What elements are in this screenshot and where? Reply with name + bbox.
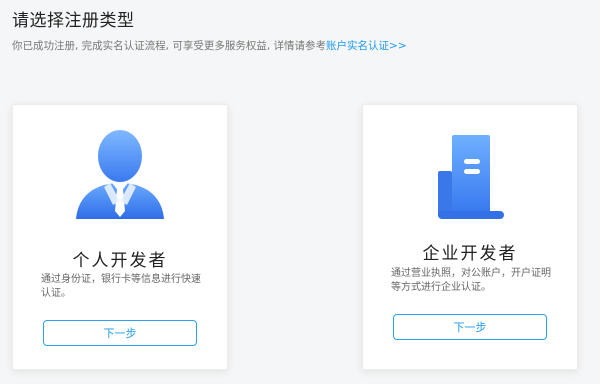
card-description: 通过身份证，银行卡等信息进行快速认证。 [41,274,201,299]
page-subtitle: 你已成功注册, 完成实名认证流程, 可享受更多服务权益, 详情请参考账户实名认证… [12,38,407,53]
page-title: 请选择注册类型 [12,11,135,31]
next-step-button[interactable]: 下一步 [43,320,197,346]
card-description: 通过营业执照，对公账户，开户证明等方式进行企业认证。 [391,268,551,293]
card-title: 个人开发者 [72,251,168,271]
building-icon [363,131,577,223]
next-step-button[interactable]: 下一步 [393,314,547,340]
subtitle-text: 你已成功注册, 完成实名认证流程, 可享受更多服务权益, 详情请参考 [12,40,327,52]
real-name-auth-link[interactable]: 账户实名认证>> [326,40,407,52]
card-title: 企业开发者 [422,244,518,264]
person-icon [13,129,227,225]
enterprise-developer-card[interactable]: 企业开发者 通过营业执照，对公账户，开户证明等方式进行企业认证。 下一步 [362,104,578,370]
personal-developer-card[interactable]: 个人开发者 通过身份证，银行卡等信息进行快速认证。 下一步 [12,104,228,370]
